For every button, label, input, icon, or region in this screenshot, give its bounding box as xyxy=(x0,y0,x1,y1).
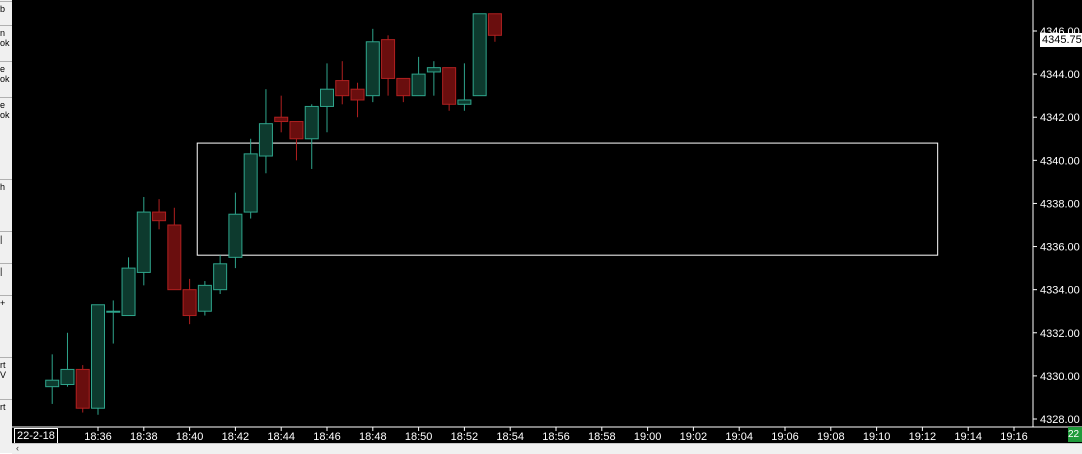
toolbar-separator xyxy=(0,263,12,264)
corner-status-tag: 22 xyxy=(1068,427,1082,442)
horizontal-scrollbar[interactable]: ‹ xyxy=(12,443,1082,454)
candle-body[interactable] xyxy=(182,289,197,317)
x-tick-label: 19:16 xyxy=(1000,431,1028,443)
x-tick-label: 18:46 xyxy=(313,431,341,443)
x-tick-label: 18:36 xyxy=(84,431,112,443)
candle-body[interactable] xyxy=(136,211,151,273)
x-tick-label: 19:14 xyxy=(954,431,982,443)
toolbar-separator xyxy=(0,357,12,358)
candle-body[interactable] xyxy=(197,284,212,312)
current-price-tag: 4345.75 xyxy=(1040,33,1082,47)
toolbar-separator xyxy=(0,231,12,232)
x-tick-label: 18:50 xyxy=(405,431,433,443)
toolbar-item-3[interactable]: e ok xyxy=(0,100,12,120)
x-tick-label: 19:10 xyxy=(863,431,891,443)
y-tick-label: 4338.00 xyxy=(1040,198,1080,210)
candle-body[interactable] xyxy=(320,88,334,107)
toolbar-separator xyxy=(0,399,12,400)
toolbar-item-0[interactable]: b xyxy=(0,4,12,14)
candle-body[interactable] xyxy=(152,211,167,222)
candle-body[interactable] xyxy=(60,368,75,386)
y-tick-label: 4330.00 xyxy=(1040,371,1080,383)
toolbar-item-7[interactable]: + xyxy=(0,298,12,308)
candle-body[interactable] xyxy=(335,80,350,97)
x-tick-label: 18:48 xyxy=(359,431,387,443)
toolbar-separator xyxy=(0,97,12,98)
toolbar-item-9[interactable]: rt xyxy=(0,402,12,412)
candle-body[interactable] xyxy=(381,39,396,79)
candle-body[interactable] xyxy=(457,99,472,105)
y-tick-label: 4340.00 xyxy=(1040,155,1080,167)
toolbar-separator xyxy=(0,61,12,62)
candle-body[interactable] xyxy=(472,13,487,97)
candle-body[interactable] xyxy=(487,13,502,36)
x-tick-label: 19:12 xyxy=(909,431,937,443)
candle-body[interactable] xyxy=(75,368,90,409)
x-tick-label: 18:56 xyxy=(542,431,570,443)
x-tick-label: 18:42 xyxy=(222,431,250,443)
x-tick-label: 18:54 xyxy=(496,431,524,443)
x-tick-label: 18:44 xyxy=(267,431,295,443)
candle-body[interactable] xyxy=(243,153,258,213)
chart-window: bn ok e ok e ok h | | + rt Vrt 4328.00 4330.00 43… xyxy=(0,0,1082,454)
candle-body[interactable] xyxy=(274,116,289,123)
candle-body[interactable] xyxy=(258,123,273,157)
candle-body[interactable] xyxy=(350,88,365,101)
scroll-left-arrow-icon[interactable]: ‹ xyxy=(16,443,19,453)
toolbar-item-2[interactable]: e ok xyxy=(0,64,12,84)
chart-background xyxy=(12,0,1082,443)
x-tick-label: 18:40 xyxy=(176,431,204,443)
toolbar-item-5[interactable]: | xyxy=(0,234,12,244)
y-tick-label: 4334.00 xyxy=(1040,285,1080,297)
toolbar-separator xyxy=(0,1,12,2)
y-tick-label: 4328.00 xyxy=(1040,414,1080,426)
toolbar-item-1[interactable]: n ok xyxy=(0,28,12,48)
y-tick-label: 4332.00 xyxy=(1040,328,1080,340)
toolbar-item-4[interactable]: h xyxy=(0,182,12,192)
toolbar-separator xyxy=(0,179,12,180)
y-tick-label: 4342.00 xyxy=(1040,112,1080,124)
candle-body[interactable] xyxy=(289,121,304,140)
x-tick-label: 19:00 xyxy=(634,431,662,443)
candle-body[interactable] xyxy=(167,224,182,291)
candle-body[interactable] xyxy=(91,304,105,409)
candle-body[interactable] xyxy=(304,105,319,140)
toolbar-separator xyxy=(0,295,12,296)
candle-body[interactable] xyxy=(426,67,441,73)
x-tick-label: 19:04 xyxy=(725,431,753,443)
candle-body[interactable] xyxy=(106,310,121,313)
candle-body[interactable] xyxy=(228,213,243,258)
date-label: 22-2-18 xyxy=(14,428,58,444)
y-tick-label: 4336.00 xyxy=(1040,242,1080,254)
toolbar-item-8[interactable]: rt V xyxy=(0,360,12,380)
toolbar-item-6[interactable]: | xyxy=(0,266,12,276)
candle-body[interactable] xyxy=(396,77,411,97)
candle-body[interactable] xyxy=(45,379,60,388)
candle-body[interactable] xyxy=(442,67,457,105)
candlestick-chart[interactable]: 4328.00 4330.00 4332.00 4334.00 4336.00 4338.… xyxy=(12,0,1082,443)
x-tick-label: 18:58 xyxy=(588,431,616,443)
candle-body[interactable] xyxy=(121,267,136,317)
x-tick-label: 19:02 xyxy=(680,431,708,443)
x-tick-label: 18:38 xyxy=(130,431,158,443)
candle-body[interactable] xyxy=(213,263,228,291)
candle-body[interactable] xyxy=(365,41,380,97)
toolbar-separator xyxy=(0,25,12,26)
x-tick-label: 18:52 xyxy=(451,431,479,443)
candle-body[interactable] xyxy=(411,73,426,97)
y-tick-label: 4344.00 xyxy=(1040,69,1080,81)
x-tick-label: 19:06 xyxy=(771,431,799,443)
x-tick-label: 19:08 xyxy=(817,431,845,443)
